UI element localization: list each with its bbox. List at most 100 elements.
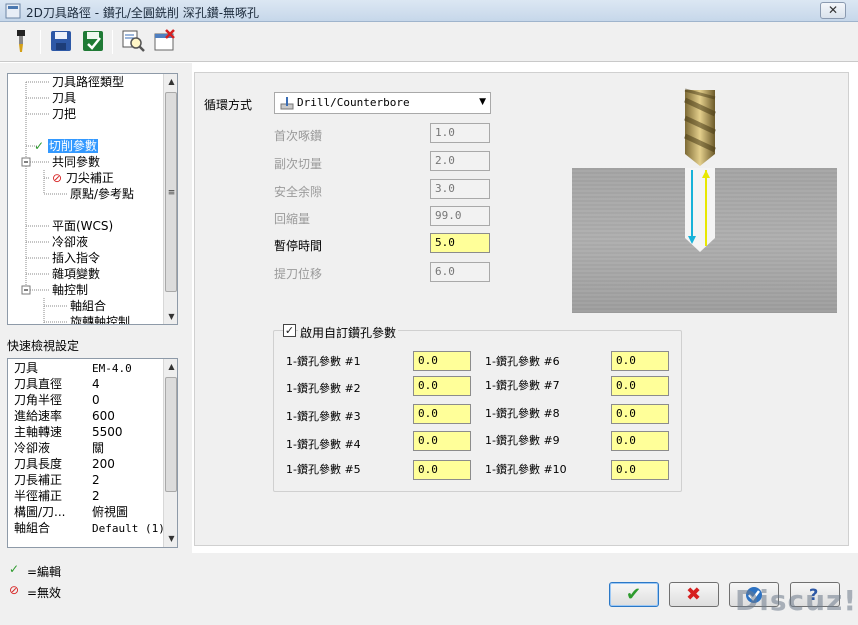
window-title: 2D刀具路徑 - 鑽孔/全圓銑削 深孔鑽-無啄孔 — [26, 6, 260, 20]
save-green-icon[interactable] — [80, 28, 106, 54]
legend-invalid-label: =無效 — [27, 586, 62, 600]
invalid-icon: ⊘ — [52, 171, 63, 185]
tree-item-axis-combo[interactable]: 軸組合 — [70, 299, 106, 314]
scroll-up-icon[interactable]: ▲ — [164, 359, 177, 374]
cancel-button[interactable]: ✖ — [669, 582, 719, 607]
scroll-thumb[interactable] — [165, 377, 177, 492]
toolbar — [0, 22, 858, 62]
custom-params-checkbox[interactable]: ✓ — [283, 324, 296, 337]
custom-param-label: 1-鑽孔參數 #3 — [286, 410, 361, 423]
param-label: 提刀位移 — [274, 267, 323, 281]
custom-param-9-field[interactable]: 0.0 — [611, 431, 669, 451]
quick-key: 刀具直徑 — [14, 377, 63, 391]
quick-scrollbar[interactable]: ▲ ▼ — [163, 359, 177, 547]
quick-view-title: 快速檢視設定 — [7, 339, 80, 353]
quick-value: 600 — [92, 409, 115, 423]
dwell-field[interactable]: 5.0 — [430, 233, 490, 253]
param-label: 首次啄鑽 — [274, 129, 323, 143]
quick-key: 刀具 — [14, 361, 39, 375]
quick-value: Default (1) — [92, 522, 165, 535]
custom-param-3-field[interactable]: 0.0 — [413, 404, 471, 424]
quick-value: 4 — [92, 377, 100, 391]
quick-value: 2 — [92, 473, 100, 487]
tree-item-holder[interactable]: 刀把 — [52, 107, 76, 122]
custom-param-label: 1-鑽孔參數 #8 — [485, 407, 560, 420]
custom-param-label: 1-鑽孔參數 #6 — [485, 355, 560, 368]
custom-param-6-field[interactable]: 0.0 — [611, 351, 669, 371]
subsequent-peck-field: 2.0 — [430, 151, 490, 171]
quick-key: 半徑補正 — [14, 489, 63, 503]
app-icon — [5, 3, 21, 19]
drill-illustration — [572, 88, 837, 313]
tree-item-planes[interactable]: 平面(WCS) — [52, 219, 113, 234]
delete-icon[interactable] — [152, 28, 178, 54]
invalid-icon: ⊘ — [9, 583, 20, 597]
legend-edit-label: =編輯 — [27, 565, 62, 579]
shift-field: 6.0 — [430, 262, 490, 282]
quick-view-list: 刀具 EM-4.0 刀具直徑 4 刀角半徑 0 進給速率 600 主軸轉速 55… — [7, 358, 178, 548]
ok-button[interactable]: ✔ — [609, 582, 659, 607]
custom-param-label: 1-鑽孔參數 #10 — [485, 463, 567, 476]
tree-item-tip-comp[interactable]: ⊘ 刀尖補正 — [52, 171, 114, 186]
title-bar: 2D刀具路徑 - 鑽孔/全圓銑削 深孔鑽-無啄孔 ✕ — [0, 0, 858, 22]
quick-value: 200 — [92, 457, 115, 471]
custom-param-label: 1-鑽孔參數 #2 — [286, 382, 361, 395]
custom-param-label: 1-鑽孔參數 #9 — [485, 434, 560, 447]
tree-item-cut-params[interactable]: ✓ 切削參數 — [34, 139, 98, 154]
cycle-select[interactable]: Drill/Counterbore ▼ — [274, 92, 491, 114]
grip-icon: ≡ — [167, 188, 176, 198]
quick-key: 刀具長度 — [14, 457, 63, 471]
param-label: 安全余隙 — [274, 185, 323, 199]
param-label: 暫停時間 — [274, 239, 323, 253]
quick-value: 0 — [92, 393, 100, 407]
quick-value: EM-4.0 — [92, 362, 132, 375]
close-button[interactable]: ✕ — [820, 2, 846, 19]
close-icon: ✖ — [686, 584, 702, 605]
custom-param-7-field[interactable]: 0.0 — [611, 376, 669, 396]
scroll-down-icon[interactable]: ▼ — [164, 309, 177, 324]
quick-key: 刀角半徑 — [14, 393, 63, 407]
tree-item-misc-values[interactable]: 雜項變數 — [52, 267, 100, 282]
tree-item-coolant[interactable]: 冷卻液 — [52, 235, 88, 250]
tree-item-home-ref[interactable]: 原點/參考點 — [70, 187, 134, 202]
check-icon: ✔ — [626, 584, 642, 605]
tree-item-linking-params[interactable]: 共同參數 — [52, 155, 100, 170]
custom-param-5-field[interactable]: 0.0 — [413, 460, 471, 480]
tool-icon[interactable] — [8, 28, 34, 54]
quick-value: 關 — [92, 441, 105, 455]
custom-params-label[interactable]: 啟用自訂鑽孔參數 — [298, 324, 399, 341]
tree-item-toolpath-type[interactable]: 刀具路徑類型 — [52, 75, 124, 90]
custom-param-label: 1-鑽孔參數 #1 — [286, 355, 361, 368]
custom-param-label: 1-鑽孔參數 #5 — [286, 463, 361, 476]
quick-key: 刀長補正 — [14, 473, 63, 487]
custom-param-2-field[interactable]: 0.0 — [413, 376, 471, 396]
custom-param-8-field[interactable]: 0.0 — [611, 404, 669, 424]
param-label: 回縮量 — [274, 212, 311, 226]
custom-param-label: 1-鑽孔參數 #7 — [485, 379, 560, 392]
custom-param-10-field[interactable]: 0.0 — [611, 460, 669, 480]
scroll-up-icon[interactable]: ▲ — [164, 74, 177, 89]
scroll-down-icon[interactable]: ▼ — [164, 531, 177, 546]
chevron-down-icon[interactable]: ▼ — [479, 97, 486, 107]
tree-item-rotary-axis[interactable]: 旋轉軸控制 — [70, 315, 130, 324]
quick-key: 進給速率 — [14, 409, 63, 423]
retract-amount-field: 99.0 — [430, 206, 490, 226]
quick-value: 俯視圖 — [92, 505, 129, 519]
quick-key: 冷卻液 — [14, 441, 51, 455]
check-icon: ✓ — [9, 562, 20, 576]
quick-key: 主軸轉速 — [14, 425, 63, 439]
drill-cycle-icon — [280, 97, 294, 110]
custom-param-1-field[interactable]: 0.0 — [413, 351, 471, 371]
tree-item-canned-text[interactable]: 插入指令 — [52, 251, 100, 266]
tree-item-tool[interactable]: 刀具 — [52, 91, 76, 106]
watermark: Discuz! — [735, 584, 858, 617]
tree-scrollbar[interactable]: ▲ ≡ ▼ — [163, 74, 177, 324]
custom-param-4-field[interactable]: 0.0 — [413, 431, 471, 451]
quick-value: 5500 — [92, 425, 123, 439]
param-label: 副次切量 — [274, 157, 323, 171]
preview-icon[interactable] — [120, 28, 146, 54]
quick-key: 構圖/刀... — [14, 505, 66, 519]
tree-item-axis-control[interactable]: 軸控制 — [52, 283, 88, 298]
save-icon[interactable] — [48, 28, 74, 54]
quick-value: 2 — [92, 489, 100, 503]
